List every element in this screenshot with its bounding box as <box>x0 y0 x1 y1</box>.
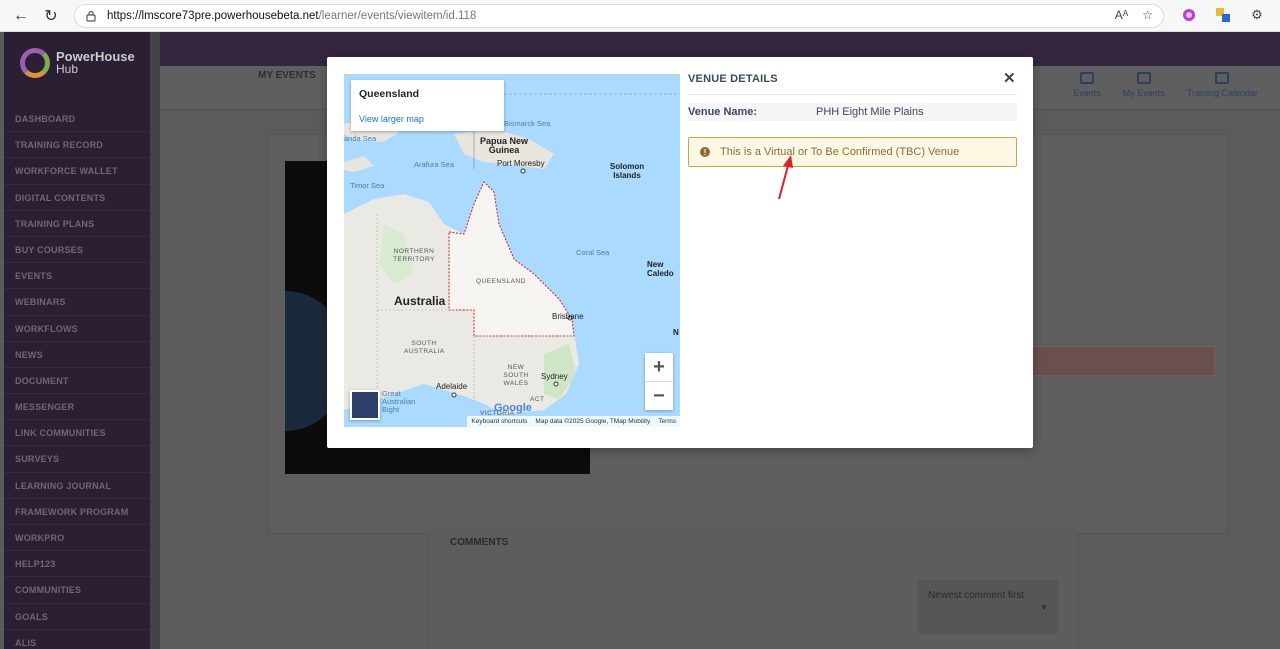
map-label-australia: Australia <box>394 294 446 308</box>
sidebar: PowerHouse Hub DASHBOARD TRAINING RECORD … <box>4 32 150 649</box>
sidebar-item-workflows[interactable]: WORKFLOWS <box>4 316 150 342</box>
logo: PowerHouse Hub <box>20 48 135 78</box>
view-larger-map-link[interactable]: View larger map <box>359 114 496 124</box>
sidebar-item-link-communities[interactable]: LINK COMMUNITIES <box>4 420 150 447</box>
terms-link[interactable]: Terms <box>658 417 676 426</box>
map-label-port-moresby: Port Moresby <box>497 159 545 168</box>
warning-icon: ! <box>700 147 710 157</box>
back-icon[interactable]: ← <box>6 1 36 31</box>
map-label-banda: anda Sea <box>344 134 377 143</box>
sidebar-item-workforce-wallet[interactable]: WORKFORCE WALLET <box>4 158 150 185</box>
sidebar-item-document[interactable]: DOCUMENT <box>4 368 150 395</box>
sidebar-item-goals[interactable]: GOALS <box>4 604 150 630</box>
map-label-coral: Coral Sea <box>576 248 610 257</box>
map-label-brisbane: Brisbane <box>552 312 584 321</box>
reload-icon[interactable]: ↻ <box>36 1 66 31</box>
map-label-timor: Timor Sea <box>350 181 385 190</box>
tab-events-label: Events <box>1073 88 1101 98</box>
map-label-solomon: Solomon Islands <box>609 162 645 180</box>
tab-my-events[interactable]: MY EVENTS <box>258 70 316 81</box>
logo-sub: Hub <box>56 62 79 76</box>
sidebar-item-learning-journal[interactable]: LEARNING JOURNAL <box>4 473 150 499</box>
divider <box>688 94 1017 95</box>
sort-value: Newest comment first <box>928 590 1025 601</box>
sidebar-item-training-record[interactable]: TRAINING RECORD <box>4 132 150 159</box>
map-label-qld: QUEENSLAND <box>476 278 526 285</box>
venue-details-title: VENUE DETAILS <box>688 73 778 85</box>
venue-modal: Bismarck Sea Papua New Guinea Port Mores… <box>327 57 1033 448</box>
google-logo: Google <box>494 402 532 414</box>
profile-icon[interactable] <box>1214 6 1232 24</box>
annotation-arrow-icon <box>778 155 793 200</box>
map-zoom-control: + − <box>645 353 673 410</box>
favorite-star-icon[interactable]: ☆ <box>1142 8 1153 22</box>
sidebar-item-workpro[interactable]: WORKPRO <box>4 525 150 552</box>
map-label-gab: Great Australian Bight <box>382 389 416 414</box>
sidebar-item-buy-courses[interactable]: BUY COURSES <box>4 237 150 264</box>
sidebar-item-alis[interactable]: ALIS <box>4 630 150 649</box>
map-place-card: Queensland View larger map <box>351 80 504 131</box>
url-host: https://lmscore73pre.powerhousebeta.net <box>107 10 319 22</box>
tab-my-events-calendar[interactable]: My Events <box>1123 72 1165 98</box>
sidebar-item-digital-contents[interactable]: DIGITAL CONTENTS <box>4 185 150 211</box>
keyboard-shortcuts-link[interactable]: Keyboard shortcuts <box>471 417 527 426</box>
sidebar-menu: DASHBOARD TRAINING RECORD WORKFORCE WALL… <box>4 106 150 649</box>
browser-toolbar: ← ↻ https://lmscore73pre.powerhousebeta.… <box>0 0 1280 32</box>
tab-events[interactable]: Events <box>1073 72 1101 98</box>
tbc-venue-alert-text: This is a Virtual or To Be Confirmed (TB… <box>720 146 960 158</box>
extension-icon[interactable] <box>1180 6 1198 24</box>
sidebar-item-help123[interactable]: HELP123 <box>4 551 150 578</box>
map-label-arafura: Arafura Sea <box>414 160 455 169</box>
sidebar-item-training-plans[interactable]: TRAINING PLANS <box>4 211 150 237</box>
sidebar-item-messenger[interactable]: MESSENGER <box>4 394 150 421</box>
comment-sort-select[interactable]: Newest comment first ▼ <box>918 580 1058 634</box>
map-label-new-caled: New Caledo <box>647 260 674 278</box>
sidebar-item-communities[interactable]: COMMUNITIES <box>4 577 150 604</box>
tbc-venue-alert: ! This is a Virtual or To Be Confirmed (… <box>688 137 1017 167</box>
map-label-nt: NORTHERN TERRITORY <box>393 248 435 263</box>
calendar-icon <box>1215 72 1230 84</box>
map-footer: Keyboard shortcuts Map data ©2025 Google… <box>467 416 680 427</box>
sidebar-item-surveys[interactable]: SURVEYS <box>4 446 150 473</box>
map-label-sa: SOUTH AUSTRALIA <box>404 340 445 355</box>
logo-ring-icon <box>20 48 50 78</box>
sidebar-scrollbar[interactable] <box>150 32 160 649</box>
tab-my-events-label: My Events <box>1122 88 1165 98</box>
satellite-toggle[interactable] <box>350 390 380 420</box>
close-icon[interactable]: ✕ <box>1003 69 1016 87</box>
map-label-bismarck: Bismarck Sea <box>504 119 551 128</box>
google-map[interactable]: Bismarck Sea Papua New Guinea Port Mores… <box>344 74 680 427</box>
tab-training-calendar[interactable]: Training Calendar <box>1187 72 1258 98</box>
map-label-nsw: NEW SOUTH WALES <box>503 364 529 387</box>
venue-name-label: Venue Name: <box>688 106 758 118</box>
url-path: /learner/events/viewitem/id.118 <box>318 10 477 22</box>
map-label-act: ACT <box>530 396 545 403</box>
address-bar[interactable]: https://lmscore73pre.powerhousebeta.net /… <box>74 4 1164 28</box>
sidebar-item-dashboard[interactable]: DASHBOARD <box>4 106 150 133</box>
extensions-puzzle-icon[interactable]: ⚙ <box>1248 6 1266 24</box>
chevron-down-icon: ▼ <box>1040 603 1048 612</box>
page-info-icon[interactable] <box>85 10 97 22</box>
map-label-adelaide: Adelaide <box>436 382 468 391</box>
map-label-png: Papua New Guinea <box>479 136 528 155</box>
calendar-icon <box>1136 72 1151 84</box>
zoom-in-button[interactable]: + <box>645 353 673 381</box>
venue-name-row: Venue Name: PHH Eight Mile Plains <box>688 103 1017 121</box>
sidebar-item-events[interactable]: EVENTS <box>4 263 150 290</box>
sidebar-item-framework-program[interactable]: FRAMEWORK PROGRAM <box>4 499 150 525</box>
map-data-attribution: Map data ©2025 Google, TMap Mobility <box>535 418 651 425</box>
sidebar-item-webinars[interactable]: WEBINARS <box>4 289 150 316</box>
map-label-n-edge: N <box>673 328 679 337</box>
map-place-title: Queensland <box>359 88 420 100</box>
read-aloud-icon[interactable]: Aᴬ <box>1115 8 1128 22</box>
calendar-icon <box>1080 72 1094 84</box>
zoom-out-button[interactable]: − <box>645 382 673 410</box>
venue-name-value: PHH Eight Mile Plains <box>816 106 924 118</box>
sidebar-item-news[interactable]: NEWS <box>4 342 150 368</box>
map-label-sydney: Sydney <box>541 372 568 381</box>
tab-training-calendar-label: Training Calendar <box>1186 88 1258 98</box>
comments-label: COMMENTS <box>450 537 509 548</box>
